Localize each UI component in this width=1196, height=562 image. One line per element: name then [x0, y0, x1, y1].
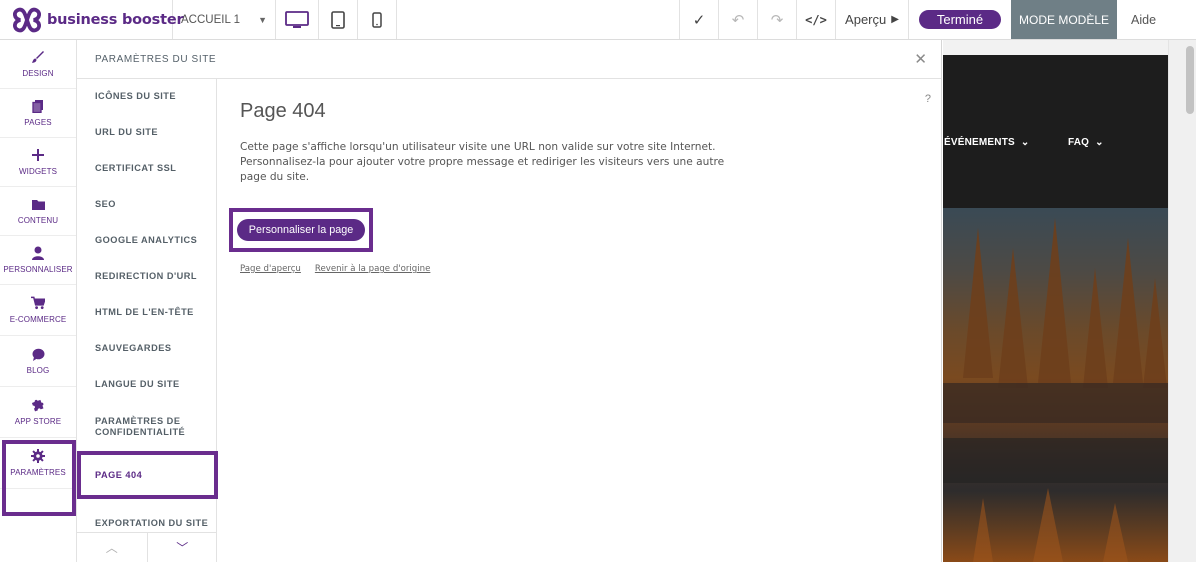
desktop-icon: [285, 10, 309, 28]
menu-item-seo[interactable]: SEO: [77, 187, 216, 223]
page-title: Page 404: [240, 100, 326, 122]
brush-icon: [31, 50, 45, 64]
preview-label: Aperçu: [845, 12, 887, 27]
undo-button[interactable]: ↶: [718, 0, 757, 39]
gear-icon: [31, 449, 45, 463]
sidebar-item-ecommerce[interactable]: E-COMMERCE: [0, 285, 76, 336]
sidebar-item-design[interactable]: DESIGN: [0, 40, 76, 89]
menu-item-page-404[interactable]: PAGE 404: [77, 451, 218, 500]
menu-item-site-language[interactable]: LANGUE DU SITE: [77, 366, 216, 402]
code-icon: </>: [805, 12, 827, 27]
menu-item-site-url[interactable]: URL DU SITE: [77, 115, 216, 151]
preview-page-link[interactable]: Page d'aperçu: [240, 264, 301, 274]
done-button[interactable]: Terminé: [918, 10, 1002, 29]
sidebar-item-blog[interactable]: BLOG: [0, 336, 76, 387]
user-icon: [31, 246, 45, 260]
forest-landscape-image: [943, 218, 1168, 562]
code-view-button[interactable]: </>: [796, 0, 835, 39]
customize-page-button[interactable]: Personnaliser la page: [236, 219, 366, 241]
help-menu[interactable]: Aide: [1117, 0, 1196, 39]
menu-item-url-redirect[interactable]: REDIRECTION D'URL: [77, 258, 216, 294]
sidebar-item-personnaliser[interactable]: PERSONNALISER: [0, 236, 76, 285]
redo-button[interactable]: ↷: [757, 0, 796, 39]
play-icon: ▶: [891, 14, 899, 25]
page-description: Cette page s'affiche lorsqu'un utilisate…: [240, 141, 725, 183]
brand-logo[interactable]: business booster: [0, 0, 184, 39]
menu-item-ssl-certificate[interactable]: CERTIFICAT SSL: [77, 151, 216, 187]
save-check-button[interactable]: ✓: [679, 0, 718, 39]
sidebar-item-parametres[interactable]: PARAMÈTRES: [0, 438, 76, 516]
menu-item-header-html[interactable]: HTML DE L'EN-TÊTE: [77, 294, 216, 330]
site-preview-nav: ÉVÉNEMENTS ⌄ FAQ ⌄: [943, 55, 1168, 208]
folder-icon: [31, 197, 45, 211]
menu-item-google-analytics[interactable]: GOOGLE ANALYTICS: [77, 223, 216, 259]
sidebar-item-app-store[interactable]: APP STORE: [0, 387, 76, 438]
close-icon[interactable]: ✕: [914, 50, 927, 68]
cart-icon: [31, 296, 45, 310]
chevron-down-icon[interactable]: ﹀: [148, 533, 218, 562]
preview-scrollbar[interactable]: [1168, 40, 1196, 562]
site-settings-panel: PARAMÈTRES DU SITE ✕ ICÔNES DU SITE URL …: [77, 40, 942, 562]
page-links: Page d'aperçu Revenir à la page d'origin…: [240, 264, 930, 274]
settings-menu: ICÔNES DU SITE URL DU SITE CERTIFICAT SS…: [77, 79, 218, 562]
sidebar-item-pages[interactable]: PAGES: [0, 89, 76, 138]
scrollbar-thumb[interactable]: [1186, 46, 1194, 114]
brand-name: business booster: [47, 11, 184, 28]
tablet-view-button[interactable]: [319, 0, 358, 39]
mobile-view-button[interactable]: [358, 0, 397, 39]
menu-item-backups[interactable]: SAUVEGARDES: [77, 330, 216, 366]
logo-mark-icon: [12, 7, 42, 32]
chat-icon: [31, 347, 45, 361]
chevron-down-icon: ▼: [258, 14, 267, 25]
pages-icon: [31, 99, 45, 113]
site-nav-item-faq[interactable]: FAQ ⌄: [1068, 137, 1104, 148]
menu-item-site-icons[interactable]: ICÔNES DU SITE: [77, 79, 216, 115]
top-toolbar: business booster ACCUEIL 1 ▼ ✓ ↶ ↷ </> A…: [0, 0, 1196, 40]
panel-title: PARAMÈTRES DU SITE: [95, 53, 217, 65]
tablet-icon: [331, 10, 345, 29]
desktop-view-button[interactable]: [276, 0, 319, 39]
check-icon: ✓: [692, 11, 706, 29]
menu-scroll-controls: ︿ ﹀: [77, 532, 217, 562]
mobile-icon: [372, 11, 382, 28]
site-preview: ÉVÉNEMENTS ⌄ FAQ ⌄: [943, 40, 1196, 562]
page-selector[interactable]: ACCUEIL 1 ▼: [173, 0, 276, 39]
page-selector-value: ACCUEIL 1: [181, 13, 241, 26]
highlight-frame: Personnaliser la page: [229, 208, 373, 252]
plus-icon: [31, 148, 45, 162]
revert-page-link[interactable]: Revenir à la page d'origine: [315, 264, 431, 274]
site-hero-image: [943, 208, 1168, 562]
puzzle-icon: [31, 398, 45, 412]
redo-icon: ↷: [770, 11, 784, 29]
page-404-content: Page 404 Cette page s'affiche lorsqu'un …: [229, 100, 930, 274]
menu-item-privacy-settings[interactable]: PARAMÈTRES DE CONFIDENTIALITÉ: [77, 402, 216, 451]
main-sidebar: DESIGN PAGES WIDGETS CONTENU PERSONNALIS…: [0, 40, 77, 562]
panel-header: PARAMÈTRES DU SITE ✕: [77, 40, 941, 79]
preview-button[interactable]: Aperçu ▶: [835, 0, 909, 39]
chevron-up-icon[interactable]: ︿: [77, 533, 148, 562]
sidebar-item-contenu[interactable]: CONTENU: [0, 187, 76, 236]
site-nav-item-events[interactable]: ÉVÉNEMENTS ⌄: [944, 137, 1029, 148]
sidebar-item-widgets[interactable]: WIDGETS: [0, 138, 76, 187]
template-mode-button[interactable]: MODE MODÈLE: [1011, 0, 1117, 39]
undo-icon: ↶: [731, 11, 745, 29]
